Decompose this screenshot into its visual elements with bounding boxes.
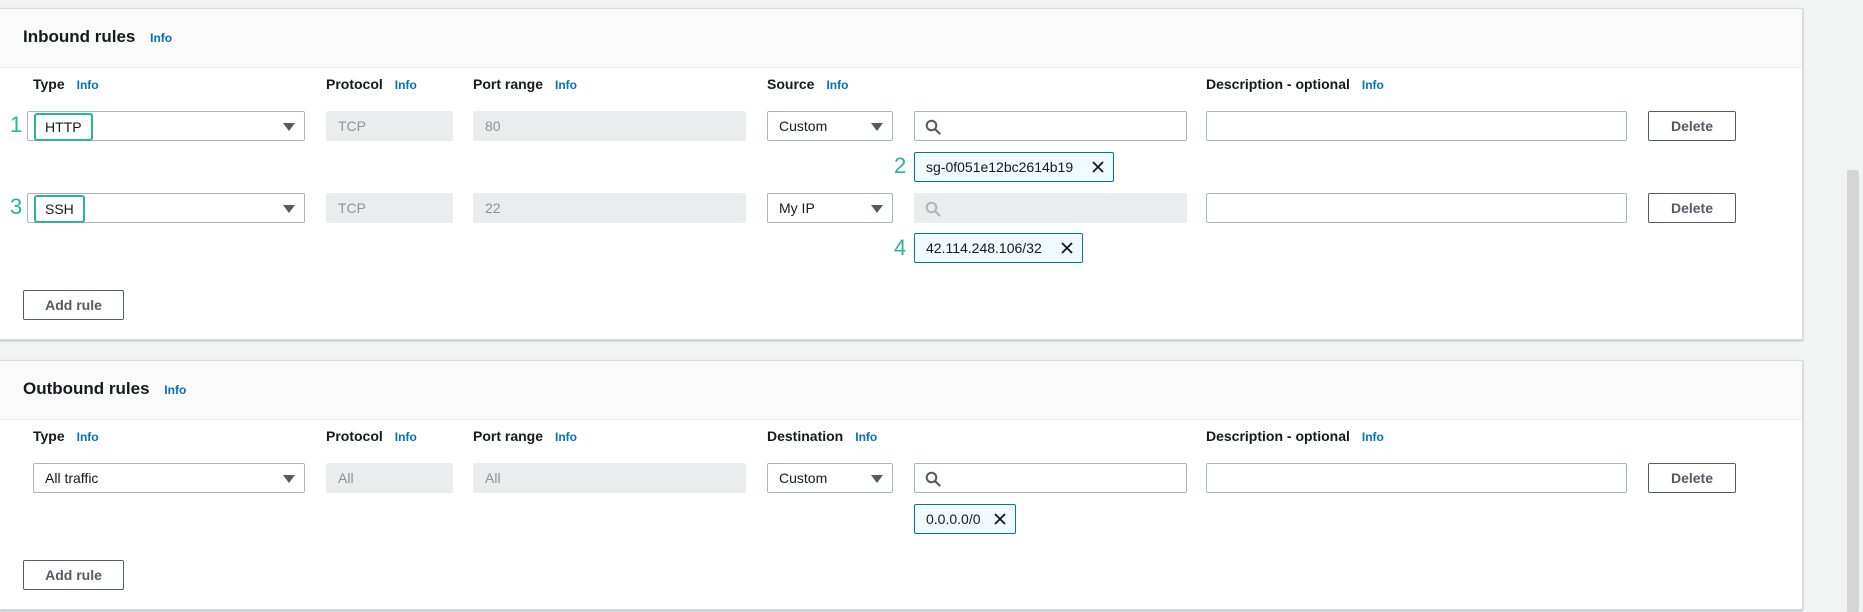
inbound-rule-description-input[interactable]: [1206, 193, 1627, 223]
inbound-rule-delete-button[interactable]: Delete: [1648, 193, 1736, 223]
inbound-rules-title-row: Inbound rules Info: [23, 27, 172, 47]
outbound-add-rule-button[interactable]: Add rule: [23, 560, 124, 590]
outbound-rules-title-row: Outbound rules Info: [23, 379, 186, 399]
outbound-rules-header: Outbound rules Info: [0, 361, 1802, 420]
inbound-rule-type-value: SSH: [34, 195, 85, 223]
inbound-add-rule-button[interactable]: Add rule: [23, 290, 124, 320]
outbound-rules-title: Outbound rules: [23, 379, 150, 398]
inbound-col-port-range: Port range Info: [473, 76, 577, 92]
inbound-rules-title: Inbound rules: [23, 27, 136, 46]
token-marker: 2: [894, 153, 907, 178]
outbound-col-port-range: Port range Info: [473, 428, 577, 444]
outbound-col-protocol: Protocol Info: [326, 428, 417, 444]
inbound-col-source: Source Info: [767, 76, 848, 92]
caret-down-icon: [283, 475, 295, 483]
outbound-col-protocol-label: Protocol: [326, 428, 383, 444]
inbound-col-protocol-label: Protocol: [326, 76, 383, 92]
inbound-col-description-info-link[interactable]: Info: [1362, 78, 1384, 92]
rule-marker: 1: [10, 112, 23, 137]
caret-down-icon: [871, 205, 883, 213]
inbound-col-type: Type Info: [33, 76, 99, 92]
inbound-rule-source-value: My IP: [779, 200, 815, 216]
outbound-rule-destination-token: 0.0.0.0/0: [914, 504, 1016, 534]
inbound-rule-source-search-input: [914, 193, 1187, 223]
outbound-col-description-label: Description - optional: [1206, 428, 1350, 444]
inbound-rule-source-select[interactable]: My IP: [767, 193, 893, 223]
inbound-rule-delete-button[interactable]: Delete: [1648, 111, 1736, 141]
search-icon: [925, 201, 941, 217]
caret-down-icon: [871, 475, 883, 483]
inbound-col-type-label: Type: [33, 76, 65, 92]
inbound-col-description: Description - optional Info: [1206, 76, 1384, 92]
inbound-rule-port-range: 22: [473, 193, 746, 223]
inbound-rule-source-select[interactable]: Custom: [767, 111, 893, 141]
outbound-rules-info-link[interactable]: Info: [164, 383, 186, 397]
outbound-rule-destination-value: Custom: [779, 470, 828, 486]
inbound-col-type-info-link[interactable]: Info: [77, 78, 99, 92]
inbound-col-protocol-info-link[interactable]: Info: [395, 78, 417, 92]
inbound-rule-type-select[interactable]: HTTP: [27, 111, 305, 141]
inbound-col-port-range-label: Port range: [473, 76, 544, 92]
outbound-rules-panel: Outbound rules Info Type Info Protocol Inf…: [0, 360, 1803, 610]
outbound-col-protocol-info-link[interactable]: Info: [395, 430, 417, 444]
inbound-rule-source-token-label: 42.114.248.106/32: [926, 240, 1042, 256]
inbound-rule-port-range: 80: [473, 111, 746, 141]
inbound-rules-info-link[interactable]: Info: [150, 31, 172, 45]
outbound-rule-destination-search-input[interactable]: [914, 463, 1187, 493]
token-marker: 4: [894, 235, 907, 260]
outbound-col-type: Type Info: [33, 428, 99, 444]
outbound-rule-destination-token-label: 0.0.0.0/0: [926, 511, 981, 527]
outbound-col-type-info-link[interactable]: Info: [77, 430, 99, 444]
rule-marker: 3: [10, 194, 23, 219]
inbound-rule-type-value: HTTP: [34, 113, 93, 141]
inbound-rule-protocol: TCP: [326, 111, 453, 141]
inbound-rule-source-token: 42.114.248.106/32: [914, 233, 1083, 263]
outbound-rule-description-input[interactable]: [1206, 463, 1627, 493]
search-icon: [925, 119, 941, 135]
inbound-rule-description-input[interactable]: [1206, 111, 1627, 141]
outbound-rule-delete-button[interactable]: Delete: [1648, 463, 1736, 493]
close-icon[interactable]: [993, 512, 1007, 526]
close-icon[interactable]: [1091, 160, 1105, 174]
outbound-col-destination: Destination Info: [767, 428, 877, 444]
outbound-col-destination-info-link[interactable]: Info: [855, 430, 877, 444]
outbound-rule-type-value: All traffic: [45, 470, 99, 486]
outbound-col-port-range-label: Port range: [473, 428, 544, 444]
inbound-col-description-label: Description - optional: [1206, 76, 1350, 92]
inbound-col-source-info-link[interactable]: Info: [826, 78, 848, 92]
inbound-rule-source-value: Custom: [779, 118, 828, 134]
caret-down-icon: [283, 123, 295, 131]
inbound-rule-source-search-input[interactable]: [914, 111, 1187, 141]
outbound-rule-destination-select[interactable]: Custom: [767, 463, 893, 493]
outbound-rule-type-select[interactable]: All traffic: [33, 463, 305, 493]
inbound-rule-source-token: sg-0f051e12bc2614b19: [914, 152, 1114, 182]
inbound-col-source-label: Source: [767, 76, 815, 92]
outbound-col-type-label: Type: [33, 428, 65, 444]
inbound-rules-header: Inbound rules Info: [0, 9, 1802, 68]
inbound-rule-protocol: TCP: [326, 193, 453, 223]
outbound-col-description: Description - optional Info: [1206, 428, 1384, 444]
inbound-rule-type-select[interactable]: SSH: [27, 193, 305, 223]
outbound-rule-protocol: All: [326, 463, 453, 493]
outbound-col-destination-label: Destination: [767, 428, 844, 444]
outbound-col-description-info-link[interactable]: Info: [1362, 430, 1384, 444]
inbound-col-protocol: Protocol Info: [326, 76, 417, 92]
inbound-rules-panel: Inbound rules Info Type Info Protocol Info…: [0, 8, 1803, 340]
close-icon[interactable]: [1060, 241, 1074, 255]
inbound-col-port-range-info-link[interactable]: Info: [555, 78, 577, 92]
search-icon: [925, 471, 941, 487]
scrollbar-thumb[interactable]: [1847, 170, 1859, 612]
inbound-rule-source-token-label: sg-0f051e12bc2614b19: [926, 159, 1074, 175]
caret-down-icon: [283, 205, 295, 213]
outbound-rule-port-range: All: [473, 463, 746, 493]
outbound-col-port-range-info-link[interactable]: Info: [555, 430, 577, 444]
caret-down-icon: [871, 123, 883, 131]
